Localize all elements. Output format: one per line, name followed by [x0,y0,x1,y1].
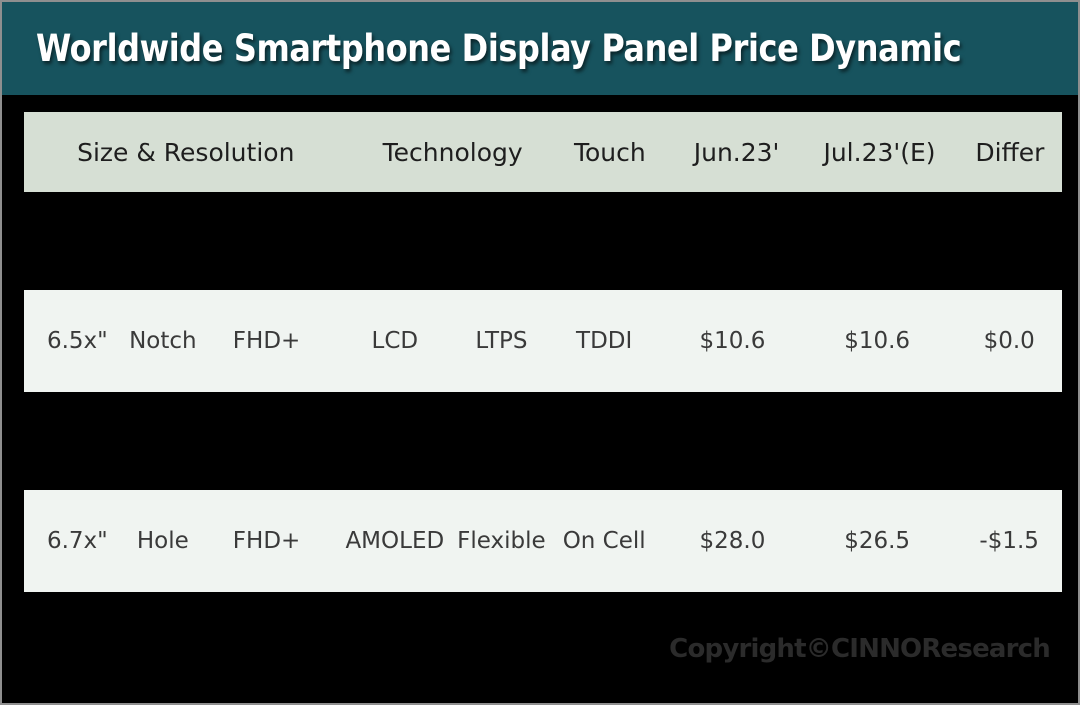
cell-size: 6.7x" [46,528,108,554]
column-header-jun: Jun.23' [693,137,780,167]
cell-touch: TDDI [576,328,633,354]
row-gap-1 [24,192,1062,290]
column-header-differ: Differ [975,137,1045,167]
cell-technology: AMOLED [345,528,445,554]
table-header-row: Size & Resolution Technology Touch Jun.2… [24,112,1062,192]
infographic-screen: Worldwide Smartphone Display Panel Price… [0,0,1080,705]
cell-technology: LCD [371,328,419,354]
cell-resolution: FHD+ [232,528,301,554]
cell-differ: -$1.5 [979,528,1039,554]
cell-jul-price: $10.6 [844,328,911,354]
column-header-touch: Touch [573,137,646,167]
cell-jun-price: $10.6 [699,328,766,354]
column-header-jul: Jul.23'(E) [823,137,936,167]
cell-touch: On Cell [562,528,646,554]
cell-jul-price: $26.5 [844,528,911,554]
cell-cutout: Hole [136,528,189,554]
cell-resolution: FHD+ [232,328,301,354]
table-row: 6.7x" Hole FHD+ AMOLED Flexible On Cell … [24,490,1062,592]
column-header-size-resolution: Size & Resolution [77,137,295,167]
cell-size: 6.5x" [46,328,108,354]
cell-backplane: Flexible [457,528,546,554]
cell-jun-price: $28.0 [699,528,766,554]
page-title: Worldwide Smartphone Display Panel Price… [36,27,962,70]
row-gap-2 [24,392,1062,490]
table-row: 6.5x" Notch FHD+ LCD LTPS TDDI $10.6 $10… [24,290,1062,392]
cell-backplane: LTPS [475,328,528,354]
title-banner: Worldwide Smartphone Display Panel Price… [2,2,1078,95]
cell-differ: $0.0 [983,328,1035,354]
price-table: Size & Resolution Technology Touch Jun.2… [24,112,1062,592]
copyright-notice: Copyright©CINNOResearch [669,634,1051,664]
column-header-technology: Technology [382,137,523,167]
cell-cutout: Notch [129,328,197,354]
